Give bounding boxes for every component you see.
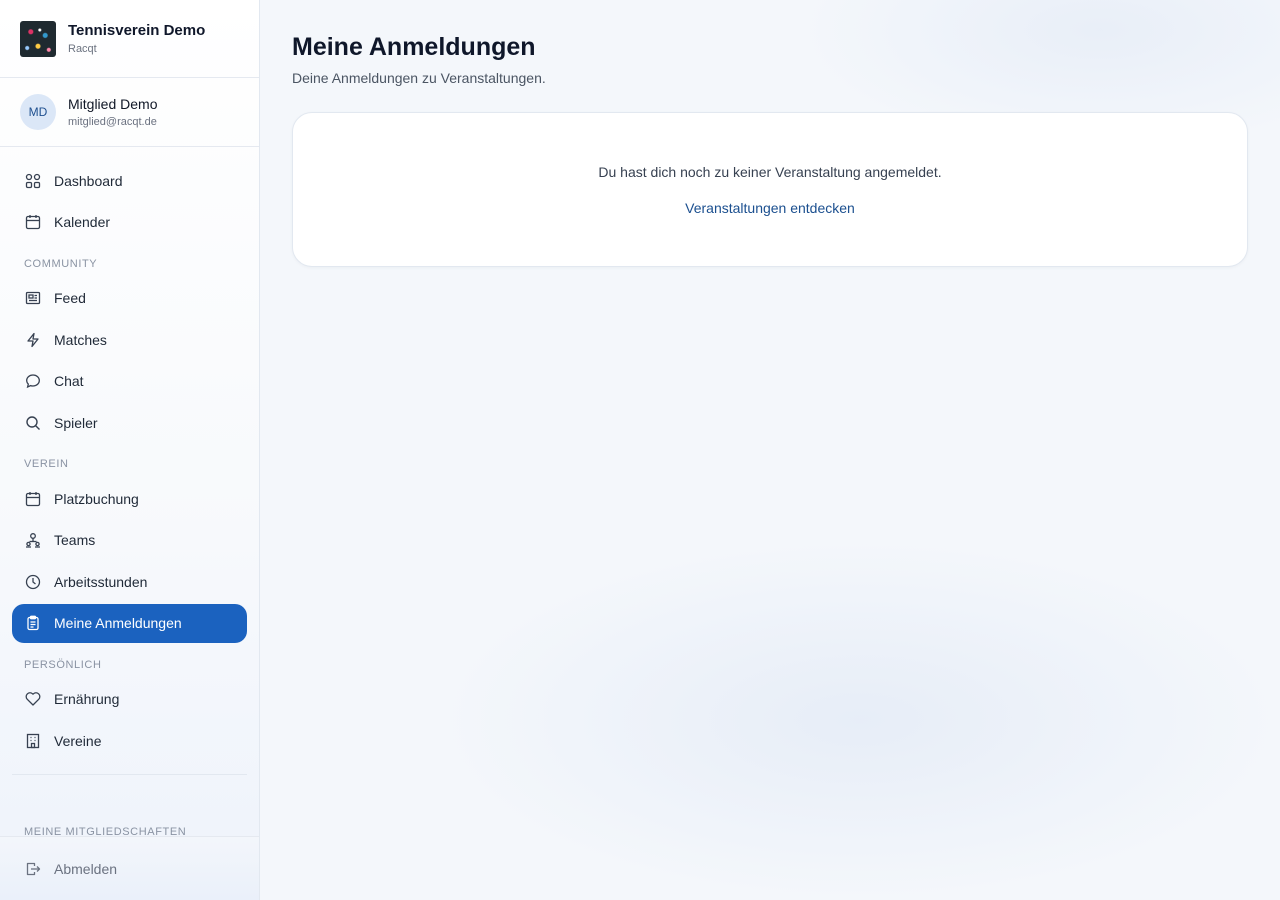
- user-name: Mitglied Demo: [68, 96, 158, 112]
- section-label-verein: VEREIN: [24, 458, 69, 470]
- sidebar-item-arbeitsstunden[interactable]: Arbeitsstunden: [12, 562, 247, 601]
- sidebar-item-kalender[interactable]: Kalender: [12, 203, 247, 242]
- sidebar-item-vereine[interactable]: Vereine: [12, 721, 247, 760]
- sidebar-item-teams[interactable]: Teams: [12, 521, 247, 560]
- lightning-icon: [24, 331, 42, 349]
- logout-label: Abmelden: [54, 860, 118, 877]
- sidebar-item-label: Matches: [54, 331, 107, 348]
- sidebar-item-label: Arbeitsstunden: [54, 573, 148, 590]
- sidebar-item-spieler[interactable]: Spieler: [12, 403, 247, 442]
- dashboard-icon: [24, 172, 42, 190]
- clipboard-icon: [24, 614, 42, 632]
- page-subtitle: Deine Anmeldungen zu Veranstaltungen.: [292, 70, 546, 86]
- page-title: Meine Anmeldungen: [292, 33, 536, 61]
- sidebar-item-label: Feed: [54, 290, 86, 306]
- sidebar-item-label: Platzbuchung: [54, 490, 139, 507]
- empty-state-card: Du hast dich noch zu keiner Veranstaltun…: [292, 112, 1248, 267]
- section-label-community: COMMUNITY: [24, 257, 98, 270]
- calendar-icon: [24, 490, 42, 508]
- sidebar-divider: [12, 774, 247, 775]
- newspaper-icon: [24, 289, 42, 307]
- sidebar: Tennisverein Demo Racqt MD Mitglied Demo…: [0, 0, 260, 900]
- user-email: mitglied@racqt.de: [68, 116, 157, 128]
- sidebar-item-label: Ernährung: [54, 691, 120, 707]
- section-label-persoenlich: PERSÖNLICH: [24, 658, 102, 671]
- building-icon: [24, 732, 42, 750]
- sidebar-item-feed[interactable]: Feed: [12, 279, 247, 318]
- main-content: Meine Anmeldungen Deine Anmeldungen zu V…: [260, 0, 1280, 900]
- sidebar-item-label: Chat: [54, 373, 84, 389]
- sidebar-item-label: Spieler: [54, 414, 98, 431]
- chat-bubble-icon: [24, 372, 42, 390]
- main-nav: Dashboard Kalender COMMUNITY Feed Matche…: [0, 147, 259, 775]
- sidebar-item-chat[interactable]: Chat: [12, 362, 247, 401]
- sidebar-item-label: Dashboard: [54, 172, 123, 189]
- sidebar-item-meine-anmeldungen[interactable]: Meine Anmeldungen: [12, 603, 247, 643]
- empty-state-text: Du hast dich noch zu keiner Veranstaltun…: [598, 164, 942, 180]
- club-logo: [20, 20, 56, 57]
- sidebar-item-label: Vereine: [54, 732, 102, 749]
- sidebar-item-label: Meine Anmeldungen: [54, 615, 182, 631]
- logout-button[interactable]: Abmelden: [0, 836, 259, 900]
- sidebar-item-dashboard[interactable]: Dashboard: [12, 161, 247, 200]
- avatar: MD: [20, 94, 56, 130]
- clock-icon: [24, 573, 42, 591]
- sidebar-item-label: Teams: [54, 532, 96, 548]
- heart-icon: [24, 690, 42, 708]
- user-profile[interactable]: MD Mitglied Demo mitglied@racqt.de: [0, 78, 259, 147]
- sidebar-item-ernaehrung[interactable]: Ernährung: [12, 680, 247, 719]
- sidebar-item-platzbuchung[interactable]: Platzbuchung: [12, 479, 247, 518]
- brand-header[interactable]: Tennisverein Demo Racqt: [0, 0, 259, 78]
- logout-icon: [24, 860, 42, 878]
- sidebar-item-label: Kalender: [54, 214, 111, 230]
- discover-events-link[interactable]: Veranstaltungen entdecken: [293, 200, 1247, 216]
- club-name: Tennisverein Demo: [68, 22, 206, 39]
- app-name: Racqt: [68, 43, 97, 55]
- sidebar-item-matches[interactable]: Matches: [12, 320, 247, 359]
- search-icon: [24, 414, 42, 432]
- calendar-icon: [24, 213, 42, 231]
- team-icon: [24, 531, 42, 549]
